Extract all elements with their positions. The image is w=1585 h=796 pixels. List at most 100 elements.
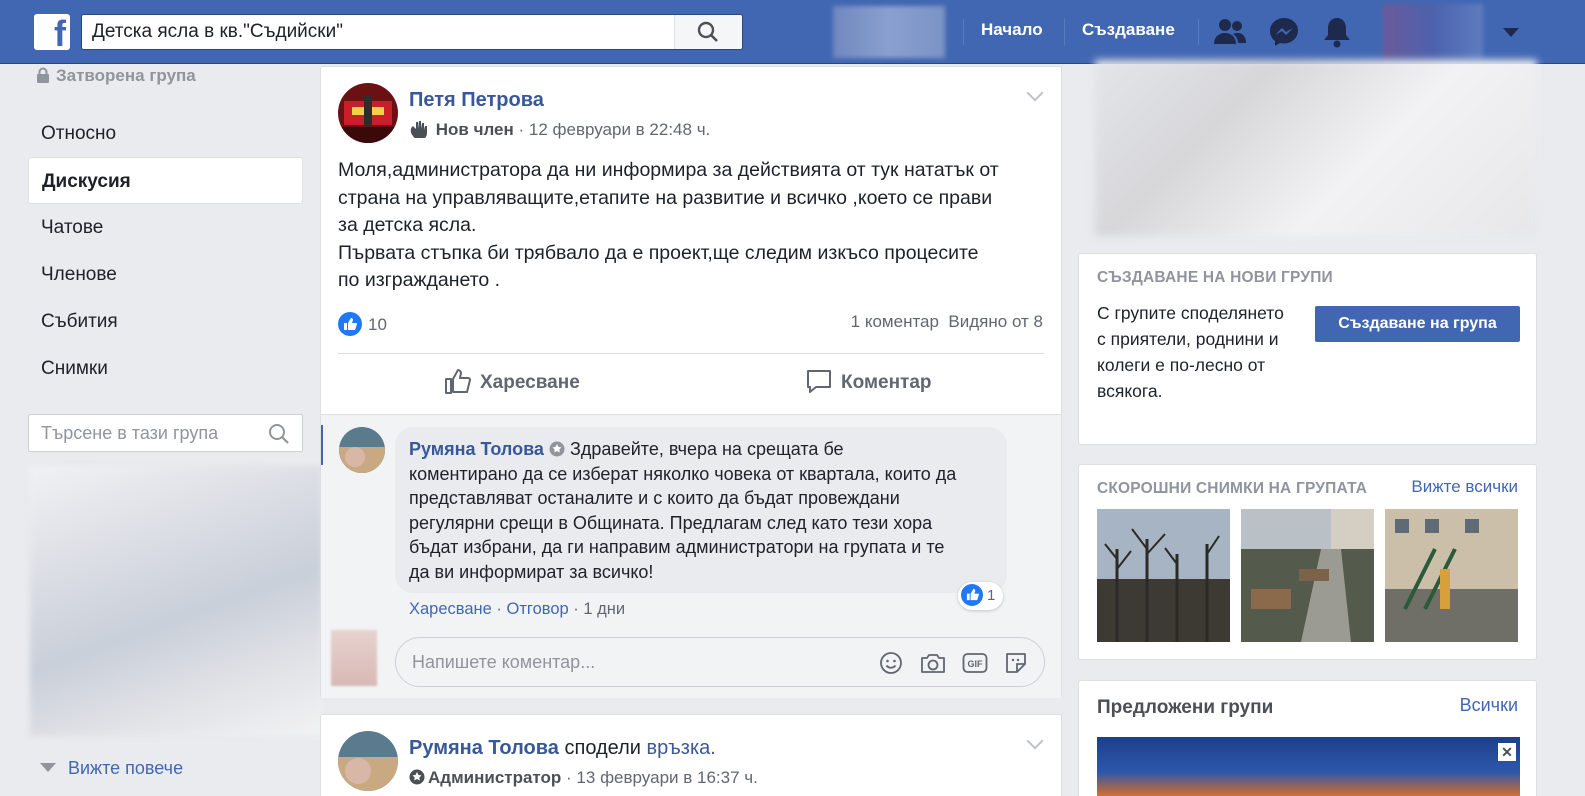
search-icon[interactable] [268,423,290,445]
post-action: сподели [564,737,641,759]
see-more-link[interactable]: Вижте повече [40,758,183,779]
create-group-button[interactable]: Създаване на група [1315,306,1520,342]
suggested-group-image[interactable]: ✕ [1097,737,1520,796]
group-sidebar-nav: Относно Дискусия Чатове Членове Събития … [28,110,303,392]
create-group-title: СЪЗДАВАНЕ НА НОВИ ГРУПИ [1097,269,1333,286]
sticker-icon[interactable] [1004,651,1028,675]
like-button[interactable]: Харесване [444,367,580,395]
group-search-input[interactable] [29,415,259,451]
top-navigation-bar: f Начало Създаване [0,0,1585,64]
shared-link-label[interactable]: връзка. [647,737,716,759]
close-icon[interactable]: ✕ [1498,743,1516,761]
like-count-row[interactable]: 10 [338,312,387,336]
bell-icon[interactable] [1322,16,1352,48]
photo-image [1241,509,1374,642]
global-search [81,14,743,50]
caret-down-icon[interactable] [1503,28,1519,38]
profile-name-blurred[interactable] [833,6,945,58]
facebook-logo[interactable]: f [34,13,70,54]
recent-photos-card: СКОРОШНИ СНИМКИ НА ГРУПАТА Вижте всички [1078,464,1537,660]
sidebar-item-about[interactable]: Относно [28,110,303,157]
create-group-card: СЪЗДАВАНЕ НА НОВИ ГРУПИ С групите сподел… [1078,253,1537,445]
group-photo[interactable] [1241,509,1374,642]
comment-text: Здравейте, вчера на срещата бе [569,439,844,459]
post-author-name[interactable]: Петя Петрова [409,89,544,112]
nav-home-link[interactable]: Начало [981,20,1043,40]
suggested-groups-card: Предложени групи Всички ✕ [1078,680,1537,796]
gif-icon[interactable]: GIF [962,651,988,675]
sidebar-item-events[interactable]: Събития [28,298,303,345]
comment-reaction-count: 1 [987,587,996,604]
nav-create-link[interactable]: Създаване [1082,20,1175,40]
like-button-label: Харесване [480,372,580,393]
sidebar-item-discussion[interactable]: Дискусия [28,157,303,204]
post-timestamp[interactable]: · 12 февруари в 22:48 ч. [518,120,710,139]
comment-highlight-bar [321,425,323,465]
caret-down-icon [40,763,56,772]
thumbs-up-icon [445,369,471,394]
global-search-input[interactable] [82,15,674,49]
comment-text-line: бъдат избрани, да ги направим администра… [409,537,945,557]
post-options-chevron-icon[interactable] [1026,84,1044,102]
avatar-image [338,83,398,143]
comment-age[interactable]: · 1 дни [573,600,625,618]
post-timestamp[interactable]: · 13 февруари в 16:37 ч. [566,768,758,787]
shortcuts-blurred [30,466,322,736]
see-all-suggested-link[interactable]: Всички [1460,695,1518,716]
write-comment-input[interactable] [396,638,846,686]
create-group-text: С групите споделянето с приятели, роднин… [1097,303,1284,401]
group-photo[interactable] [1385,509,1518,642]
comment-bubble: Румяна Толова Здравейте, вчера на срещат… [395,427,1007,593]
seen-by[interactable]: Видяно от 8 [948,312,1043,331]
comment-text-line: Румяна Толова Здравейте, вчера на срещат… [409,437,993,462]
closed-group-label: Затворена група [36,66,196,86]
new-member-badge: Нов член [435,120,514,139]
see-more-label: Вижте повече [68,758,184,778]
comment-reply-link[interactable]: Отговор [507,600,569,618]
divider [338,353,1044,354]
admin-badge-icon [409,769,425,785]
avatar [331,630,377,686]
search-button[interactable] [674,15,742,49]
nav-divider [963,19,964,45]
sidebar-item-chats[interactable]: Чатове [28,204,303,251]
friends-icon[interactable] [1213,16,1247,48]
sidebar-item-members[interactable]: Членове [28,251,303,298]
sidebar-item-photos[interactable]: Снимки [28,345,303,392]
svg-text:GIF: GIF [968,659,984,669]
write-comment-box: GIF [395,637,1045,687]
wave-icon [410,121,427,140]
avatar[interactable] [338,731,398,791]
avatar[interactable] [339,427,385,473]
post-options-chevron-icon[interactable] [1026,732,1044,750]
camera-icon[interactable] [920,651,946,675]
photo-image [1385,509,1518,642]
profile-avatar-blurred[interactable] [1383,4,1483,60]
like-reaction-icon [961,584,983,606]
post-body: Моля,администратора да ни информира за д… [338,157,1050,295]
admin-badge-icon [549,441,565,457]
see-all-photos-link[interactable]: Вижте всички [1411,477,1518,497]
comment-icon [807,370,831,393]
comment-text-line: представляват останалите и с които да бъ… [409,488,900,508]
avatar[interactable] [338,83,398,143]
post-body-line: по изграждането . [338,269,501,291]
comment-text-line: регулярни срещи в Общината. Предлагам сл… [409,512,933,533]
comment-like-link[interactable]: Харесване [409,600,492,618]
closed-group-text: Затворена група [56,66,196,85]
post-header: Румяна Толова сподели връзка. [409,737,716,760]
like-count: 10 [368,315,387,334]
comment-reaction-pill[interactable]: 1 [958,582,1004,610]
comment-author-name[interactable]: Румяна Толова [409,439,544,459]
group-info-blurred [1095,60,1537,236]
recent-photos-title: СКОРОШНИ СНИМКИ НА ГРУПАТА [1097,480,1368,497]
comment-text-line: да ви информират за всичко! [409,561,654,582]
group-photo[interactable] [1097,509,1230,642]
emoji-icon[interactable] [879,651,903,675]
comment-count[interactable]: 1 коментар [851,312,939,331]
comment-button[interactable]: Коментар [805,367,932,395]
facebook-logo-letter: f [54,13,66,54]
messenger-icon[interactable] [1268,16,1300,48]
post-author-name[interactable]: Румяна Толова [409,737,559,759]
comment-actions: Харесване · Отговор · 1 дни [409,600,626,618]
